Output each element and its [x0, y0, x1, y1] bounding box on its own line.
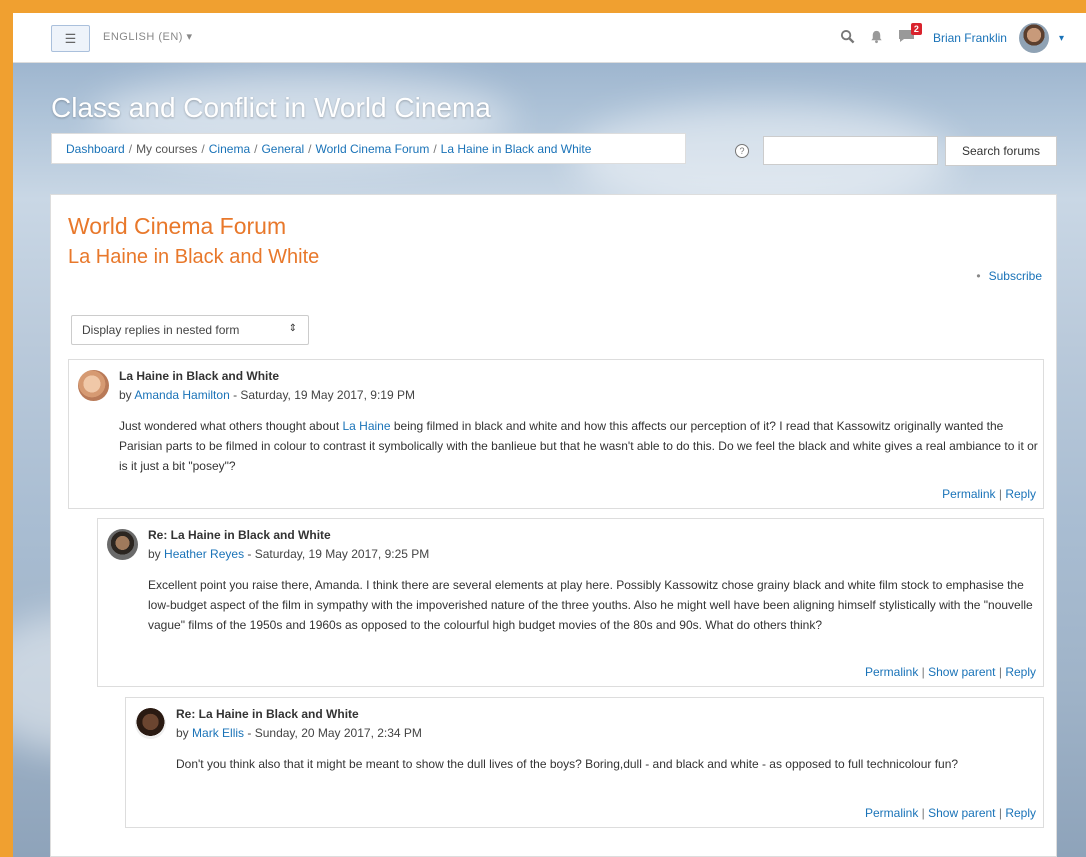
message-icon[interactable]: 2: [898, 23, 922, 47]
messages-badge: 2: [910, 23, 922, 35]
breadcrumb-separator: /: [254, 142, 258, 156]
breadcrumb-separator: /: [433, 142, 437, 156]
command-separator: |: [995, 665, 1006, 679]
discussion-title: La Haine in Black and White: [68, 246, 320, 268]
breadcrumb-cinema[interactable]: Cinema: [209, 142, 250, 156]
post-commands: Permalink | Show parent | Reply: [865, 665, 1036, 679]
forum-post: Re: La Haine in Black and White by Mark …: [125, 697, 1044, 828]
course-title: Class and Conflict in World Cinema: [51, 92, 491, 123]
message-text: Just wondered what others thought about: [119, 419, 343, 433]
reply-link[interactable]: Reply: [1005, 806, 1036, 820]
search-forums-button[interactable]: Search forums: [945, 136, 1057, 166]
breadcrumb-separator: /: [128, 142, 133, 156]
message-link[interactable]: La Haine: [342, 419, 390, 433]
page-frame: ☰ ENGLISH (EN) ▾ 2 Brian Franklin ▾ Clas…: [13, 13, 1086, 857]
post-date: - Saturday, 19 May 2017, 9:25 PM: [244, 547, 430, 561]
author-link[interactable]: Mark Ellis: [192, 726, 244, 740]
byline-by: by: [176, 726, 189, 740]
reply-link[interactable]: Reply: [1005, 665, 1036, 679]
author-avatar[interactable]: [78, 370, 109, 401]
bell-icon[interactable]: [869, 29, 884, 48]
help-icon[interactable]: ?: [735, 144, 749, 158]
byline-by: by: [119, 388, 132, 402]
language-menu[interactable]: ENGLISH (EN) ▾: [103, 30, 193, 43]
display-mode-select[interactable]: Display replies in nested form ⇕: [71, 315, 309, 345]
post-message: Just wondered what others thought about …: [119, 416, 1039, 476]
post-subject: Re: La Haine in Black and White: [176, 707, 359, 721]
post-date: - Saturday, 19 May 2017, 9:19 PM: [229, 388, 415, 402]
show-parent-link[interactable]: Show parent: [928, 665, 995, 679]
post-commands: Permalink | Show parent | Reply: [865, 806, 1036, 820]
chevron-down-icon[interactable]: ▾: [1059, 33, 1064, 44]
author-avatar[interactable]: [107, 529, 138, 560]
post-message: Don't you think also that it might be me…: [176, 757, 959, 771]
select-arrows-icon: ⇕: [288, 323, 297, 334]
breadcrumb-separator: /: [201, 142, 205, 156]
subscribe-item: • Subscribe: [976, 269, 1042, 283]
post-byline: by Amanda Hamilton - Saturday, 19 May 20…: [119, 388, 415, 402]
author-link[interactable]: Amanda Hamilton: [134, 388, 229, 402]
show-parent-link[interactable]: Show parent: [928, 806, 995, 820]
command-separator: |: [918, 665, 929, 679]
permalink-link[interactable]: Permalink: [865, 665, 918, 679]
reply-link[interactable]: Reply: [1005, 487, 1036, 501]
permalink-link[interactable]: Permalink: [942, 487, 995, 501]
author-avatar[interactable]: [135, 708, 166, 739]
search-icon[interactable]: [840, 29, 855, 48]
post-subject: Re: La Haine in Black and White: [148, 528, 331, 542]
post-byline: by Heather Reyes - Saturday, 19 May 2017…: [148, 547, 429, 561]
post-date: - Sunday, 20 May 2017, 2:34 PM: [244, 726, 422, 740]
hamburger-icon: ☰: [64, 30, 77, 46]
forum-post: Re: La Haine in Black and White by Heath…: [97, 518, 1044, 687]
forum-post: La Haine in Black and White by Amanda Ha…: [68, 359, 1044, 509]
language-label: ENGLISH (EN): [103, 31, 183, 43]
search-forums-input[interactable]: [763, 136, 938, 165]
author-link[interactable]: Heather Reyes: [164, 547, 244, 561]
main-region: World Cinema Forum La Haine in Black and…: [50, 194, 1057, 857]
forum-title: World Cinema Forum: [68, 213, 287, 239]
command-separator: |: [995, 487, 1006, 501]
bullet: •: [976, 269, 981, 283]
permalink-link[interactable]: Permalink: [865, 806, 918, 820]
breadcrumb-general[interactable]: General: [261, 142, 304, 156]
user-nav: 2 Brian Franklin ▾: [840, 13, 1086, 63]
chevron-down-icon: ▾: [186, 31, 193, 43]
post-commands: Permalink | Reply: [942, 487, 1036, 501]
display-mode-value: Display replies in nested form: [82, 323, 240, 337]
top-navbar: ☰ ENGLISH (EN) ▾ 2 Brian Franklin ▾: [13, 13, 1086, 63]
subscribe-link[interactable]: Subscribe: [989, 269, 1042, 283]
breadcrumb-discussion[interactable]: La Haine in Black and White: [441, 142, 592, 156]
command-separator: |: [995, 806, 1006, 820]
user-name-link[interactable]: Brian Franklin: [933, 31, 1007, 45]
user-avatar[interactable]: [1018, 23, 1049, 53]
breadcrumb-separator: /: [308, 142, 312, 156]
menu-toggle-button[interactable]: ☰: [51, 25, 90, 52]
breadcrumb-dashboard[interactable]: Dashboard: [66, 142, 125, 156]
breadcrumb: Dashboard / My courses / Cinema / General / Worl…: [51, 133, 686, 164]
command-separator: |: [918, 806, 929, 820]
breadcrumb-forum[interactable]: World Cinema Forum: [316, 142, 430, 156]
post-byline: by Mark Ellis - Sunday, 20 May 2017, 2:3…: [176, 726, 422, 740]
post-message: Excellent point you raise there, Amanda.…: [148, 578, 1033, 632]
breadcrumb-my-courses: My courses: [136, 142, 198, 156]
byline-by: by: [148, 547, 161, 561]
post-subject: La Haine in Black and White: [119, 369, 280, 383]
